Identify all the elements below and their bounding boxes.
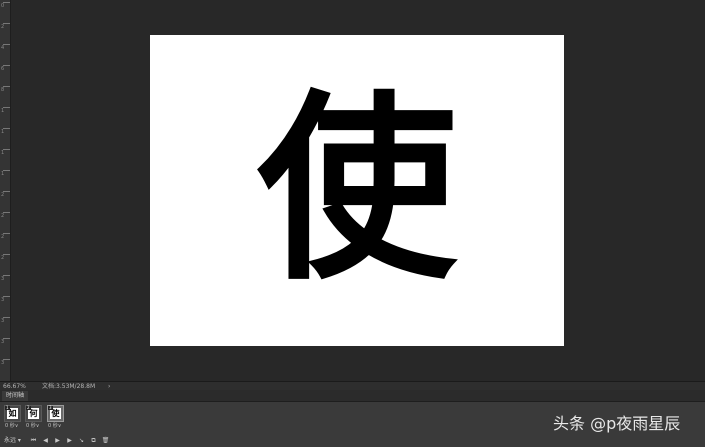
duplicate-frame-icon[interactable]: ⧉ bbox=[89, 436, 98, 446]
ruler-tick bbox=[3, 65, 10, 66]
frame-delay-1[interactable]: 0 秒∨ bbox=[5, 423, 18, 430]
frame-delay-3[interactable]: 0 秒∨ bbox=[48, 423, 61, 430]
ruler-label: 0 bbox=[1, 3, 5, 9]
ruler-tick bbox=[3, 254, 10, 255]
ruler-label: 8 bbox=[1, 87, 5, 93]
next-frame-icon[interactable]: ▶ bbox=[65, 436, 74, 446]
ruler-label: 2 bbox=[1, 255, 5, 261]
delete-frame-icon[interactable]: 🗑 bbox=[101, 436, 110, 446]
ruler-tick bbox=[3, 149, 10, 150]
ruler-label: 1 bbox=[1, 108, 5, 114]
ruler-label: 1 bbox=[1, 171, 5, 177]
ruler-tick bbox=[3, 170, 10, 171]
ruler-label: 2 bbox=[1, 24, 5, 30]
timeline-controls: 永远 ▾ ⏮ ◀ ▶ ▶ ↘ ⧉ 🗑 bbox=[0, 434, 164, 447]
frame-number: 2 bbox=[26, 405, 31, 410]
ruler-tick bbox=[3, 233, 10, 234]
ruler-tick bbox=[3, 275, 10, 276]
canvas-character: 使 bbox=[256, 73, 457, 307]
ruler-tick bbox=[3, 296, 10, 297]
ruler-tick bbox=[3, 2, 10, 3]
vertical-ruler: 0 2 4 6 8 1 1 1 1 2 2 2 2 3 3 3 3 3 bbox=[0, 0, 11, 382]
ruler-label: 3 bbox=[1, 276, 5, 282]
ruler-label: 3 bbox=[1, 360, 5, 366]
ruler-label: 1 bbox=[1, 129, 5, 135]
ruler-tick bbox=[3, 86, 10, 87]
ruler-tick bbox=[3, 23, 10, 24]
ruler-tick bbox=[3, 359, 10, 360]
ruler-label: 2 bbox=[1, 192, 5, 198]
ruler-tick bbox=[3, 44, 10, 45]
previous-frame-icon[interactable]: ◀ bbox=[41, 436, 50, 446]
ruler-label: 1 bbox=[1, 150, 5, 156]
ruler-label: 2 bbox=[1, 213, 5, 219]
animation-frame-1[interactable]: 如 1 bbox=[4, 405, 21, 422]
ruler-tick bbox=[3, 317, 10, 318]
ruler-label: 2 bbox=[1, 234, 5, 240]
animation-frame-2[interactable]: 何 2 bbox=[25, 405, 42, 422]
frame-delay-2[interactable]: 0 秒∨ bbox=[26, 423, 39, 430]
document-canvas[interactable]: 使 bbox=[150, 35, 564, 346]
loop-options-select[interactable]: 永远 ▾ bbox=[4, 436, 26, 446]
play-icon[interactable]: ▶ bbox=[53, 436, 62, 446]
animation-frame-3[interactable]: 使 3 bbox=[47, 405, 64, 422]
frame-number: 3 bbox=[48, 405, 53, 410]
tween-icon[interactable]: ↘ bbox=[77, 436, 86, 446]
ruler-tick bbox=[3, 107, 10, 108]
frame-number: 1 bbox=[5, 405, 10, 410]
ruler-label: 4 bbox=[1, 45, 5, 51]
ruler-tick bbox=[3, 212, 10, 213]
ruler-label: 6 bbox=[1, 66, 5, 72]
ruler-label: 3 bbox=[1, 339, 5, 345]
first-frame-icon[interactable]: ⏮ bbox=[29, 436, 38, 446]
ruler-tick bbox=[3, 338, 10, 339]
ruler-tick bbox=[3, 191, 10, 192]
timeline-header: 时间轴 bbox=[0, 390, 705, 402]
watermark-text: 头条 @p夜雨星辰 bbox=[553, 414, 681, 433]
ruler-tick bbox=[3, 128, 10, 129]
ruler-label: 3 bbox=[1, 297, 5, 303]
tab-timeline[interactable]: 时间轴 bbox=[2, 391, 29, 401]
ruler-label: 3 bbox=[1, 318, 5, 324]
